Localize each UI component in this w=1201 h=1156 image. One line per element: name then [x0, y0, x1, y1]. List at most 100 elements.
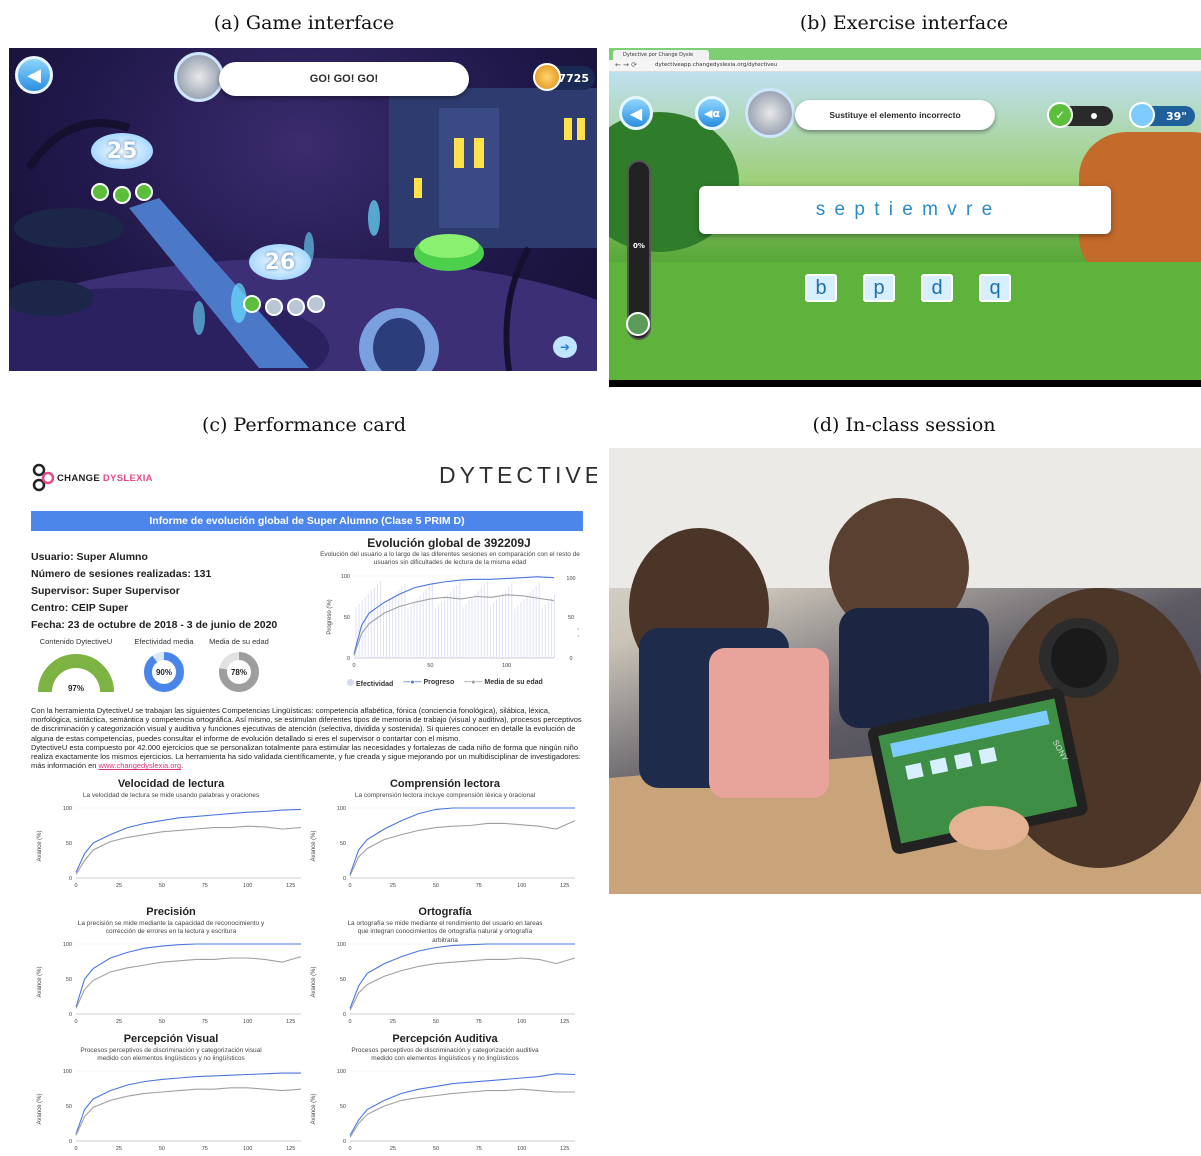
y-tick-label: 50	[66, 977, 72, 983]
x-tick-label: 100	[502, 663, 511, 669]
progress-line	[349, 1073, 576, 1136]
effectiveness-bar	[373, 587, 375, 658]
effectiveness-bar	[520, 602, 522, 658]
exercise-screenshot: Dytective por Change Dysle ← → ⟳ dytecti…	[609, 48, 1201, 387]
effectiveness-bar	[523, 598, 525, 658]
caption-game: (a) Game interface	[213, 12, 395, 34]
caption-exercise: (b) Exercise interface	[799, 12, 1009, 34]
timer-value: 39"	[1165, 109, 1187, 123]
effectiveness-bar	[361, 600, 363, 658]
toggle-switch[interactable]: ✓	[1047, 102, 1113, 128]
x-tick-label: 0	[348, 1146, 351, 1152]
svg-text:97%: 97%	[68, 684, 84, 693]
detective-avatar	[174, 52, 224, 102]
global-legend: Efectividad —●— Progreso —●— Media de su…	[347, 679, 543, 688]
caption-session: (d) In-class session	[812, 414, 996, 436]
info-sessions: Número de sesiones realizadas: 131	[31, 568, 212, 580]
effectiveness-bar	[462, 607, 464, 658]
level-node-26[interactable]: 26	[249, 244, 311, 280]
age-average-line	[75, 1087, 302, 1136]
competence-chart-title: Ortografía	[418, 906, 472, 918]
nav-icons[interactable]: ← → ⟳	[615, 61, 637, 69]
competence-chart: Avance (%) 0 50 100 0 25 50 75 100 125	[37, 942, 302, 1025]
effectiveness-bar	[437, 604, 439, 658]
x-tick-label: 100	[517, 1019, 526, 1025]
effectiveness-bar	[413, 602, 415, 658]
y-right-tick: 0	[569, 656, 572, 662]
effectiveness-bar	[447, 594, 449, 658]
legend-age: —●— Media de su edad	[464, 679, 543, 686]
competence-chart: Avance (%) 0 50 100 0 25 50 75 100 125	[311, 942, 576, 1025]
x-tick-label: 50	[433, 1146, 439, 1152]
exercise-back-button[interactable]: ◀	[619, 96, 653, 130]
effectiveness-bar	[492, 603, 494, 658]
x-tick-label: 0	[74, 1019, 77, 1025]
player-avatar	[626, 312, 650, 336]
option-b[interactable]: b	[805, 274, 837, 302]
option-p[interactable]: p	[863, 274, 895, 302]
y-tick-label: 50	[340, 1104, 346, 1110]
competence-chart-title: Percepción Auditiva	[392, 1033, 498, 1045]
effectiveness-bar	[474, 594, 476, 658]
gauge-content-chart: 97%	[38, 654, 114, 693]
effectiveness-bar	[535, 585, 537, 658]
y-tick-label: 0	[343, 1012, 346, 1018]
browser-tab[interactable]: Dytective por Change Dysle	[613, 50, 709, 60]
effectiveness-bar	[434, 607, 436, 658]
age-average-line	[75, 825, 302, 875]
effectiveness-bar	[407, 608, 409, 658]
global-chart-title: Evolución global de 392209J	[367, 536, 531, 550]
x-tick-label: 125	[560, 883, 569, 889]
y-tick-label: 100	[63, 1069, 72, 1075]
level-node-25[interactable]: 25	[91, 133, 153, 169]
x-tick-label: 125	[560, 1019, 569, 1025]
change-dyslexia-logo	[31, 462, 55, 494]
game-screenshot: ◀ GO! GO! GO! 7725 25 26 ➜	[9, 48, 597, 371]
coin-count: 7725	[558, 71, 589, 85]
effectiveness-bar	[428, 585, 430, 658]
effectiveness-bar	[480, 587, 482, 658]
y-tick-label: 0	[69, 1012, 72, 1018]
age-average-line	[349, 1088, 575, 1138]
target-word: s e p t i e m v r e	[815, 199, 995, 220]
progress-meter: 0%	[626, 160, 651, 340]
option-d[interactable]: d	[921, 274, 953, 302]
level-25-star-2	[113, 186, 131, 204]
next-arrow-button[interactable]: ➜	[553, 336, 577, 358]
report-header: Informe de evolución global de Super Alu…	[31, 511, 583, 531]
effectiveness-bar	[358, 603, 360, 658]
exercise-detective-avatar	[745, 88, 795, 138]
effectiveness-bar	[468, 600, 470, 658]
option-q[interactable]: q	[979, 274, 1011, 302]
gauge-age-chart: 78%	[219, 652, 259, 692]
global-chart: 0 50 100 0 50 100 100 50 0 Progreso (%) Efectivida…	[327, 574, 579, 669]
age-average-line	[75, 956, 302, 1009]
url-field[interactable]: dytectiveapp.changedyslexia.org/dytectiv…	[655, 62, 777, 68]
info-school: Centro: CEIP Super	[31, 602, 129, 614]
y-axis-label: Avance (%)	[37, 1094, 43, 1125]
x-tick-label: 125	[560, 1146, 569, 1152]
x-tick-label: 75	[202, 1019, 208, 1025]
audio-button[interactable]: ◀α	[695, 96, 729, 130]
level-26-star-1	[243, 295, 261, 313]
back-button[interactable]: ◀	[15, 56, 53, 94]
x-tick-label: 0	[352, 663, 355, 669]
effectiveness-bar	[529, 592, 531, 658]
grass	[609, 262, 1201, 380]
competence-chart: Avance (%) 0 50 100 0 25 50 75 100 125	[37, 1069, 302, 1152]
y-tick-label: 50	[340, 977, 346, 983]
coin-counter: 7725	[533, 63, 595, 91]
competence-chart-title: Velocidad de lectura	[117, 778, 225, 790]
website-link[interactable]: www.changedyslexia.org	[99, 761, 182, 770]
gauge-age: Media de su edad 78%	[194, 637, 284, 697]
brand-right: DYTECTIVE	[439, 462, 597, 488]
y-tick-label: 100	[63, 942, 72, 948]
y-tick-label: 100	[337, 806, 346, 812]
level-26-star-3	[287, 298, 305, 316]
info-supervisor: Supervisor: Super Supervisor	[31, 585, 180, 597]
y-tick-label: 50	[66, 1104, 72, 1110]
y-right-tick: 50	[568, 615, 574, 621]
effectiveness-bar	[538, 582, 540, 658]
x-tick-label: 25	[390, 1146, 396, 1152]
level-26-star-4	[307, 295, 325, 313]
